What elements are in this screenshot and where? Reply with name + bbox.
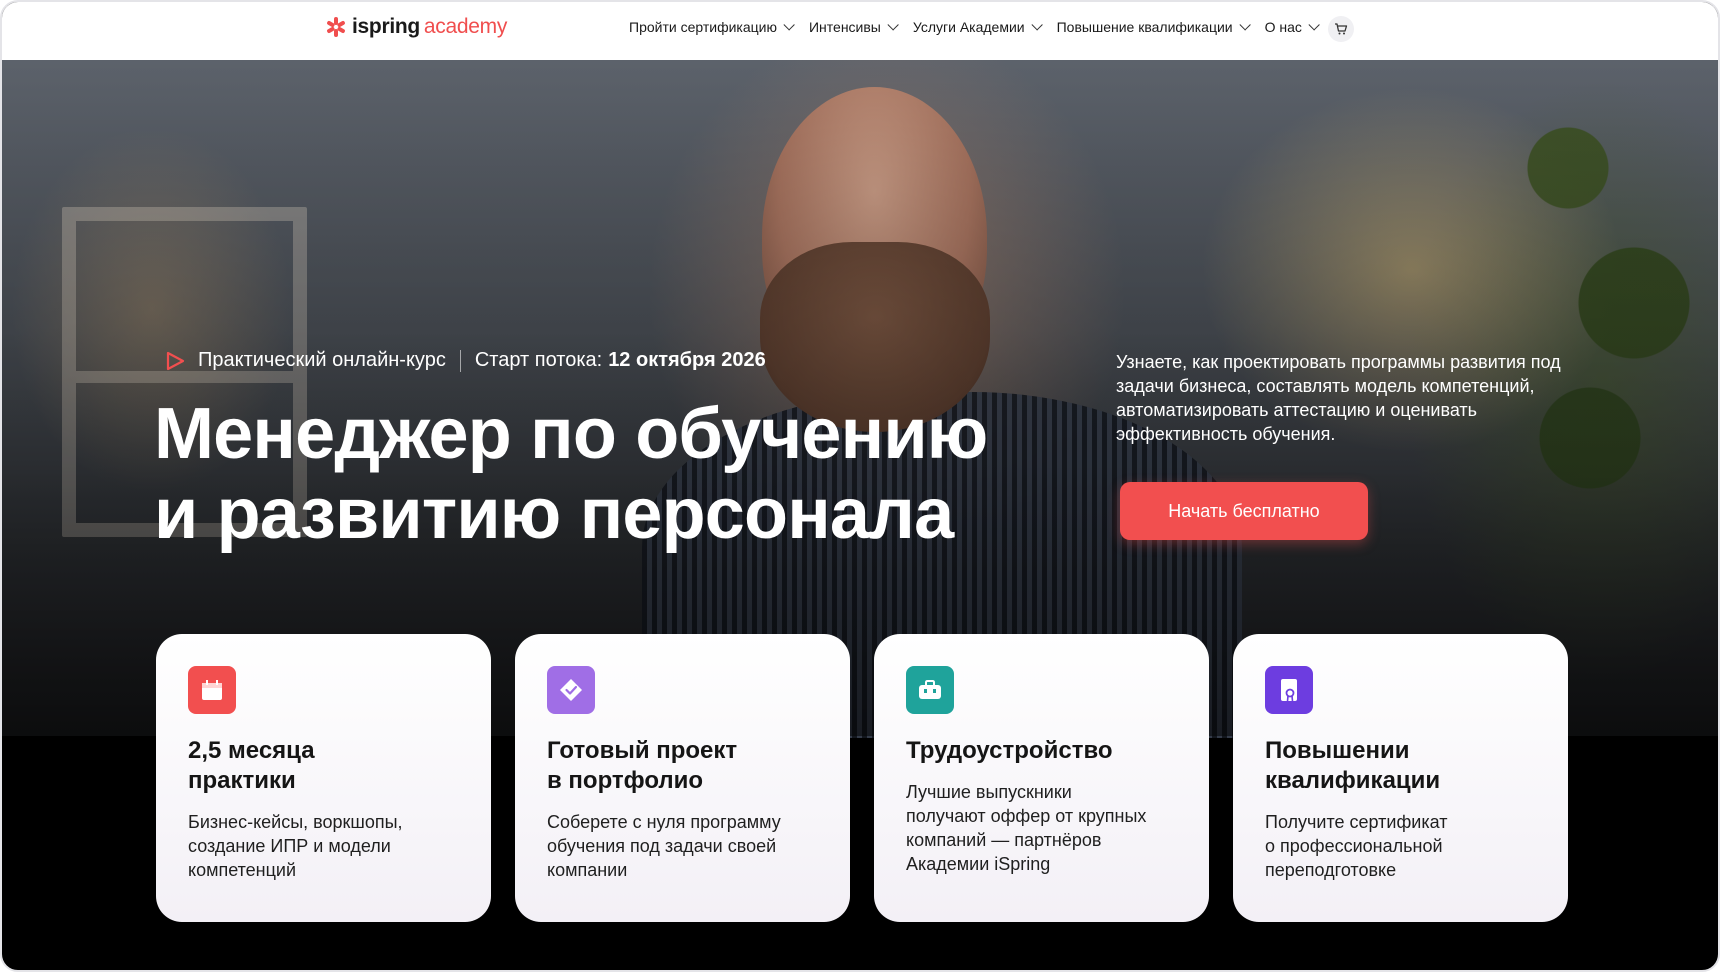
- chevron-down-icon: [887, 19, 899, 31]
- card-text: Соберете с нуля программу обучения под з…: [547, 812, 781, 880]
- page-title-line2: и развитию персонала: [154, 474, 954, 554]
- card-title: Повышении квалификации: [1265, 737, 1441, 794]
- certificate-icon: [1265, 666, 1313, 714]
- course-meta: Практический онлайн-курс Старт потока: 1…: [164, 349, 766, 372]
- check-diamond-icon: [547, 666, 595, 714]
- card-title: 2,5 месяца практики: [188, 737, 315, 794]
- cart-button[interactable]: [1328, 16, 1354, 42]
- cart-icon: [1335, 23, 1348, 35]
- card-text: Бизнес-кейсы, воркшопы, создание ИПР и м…: [188, 812, 403, 880]
- nav-item-label: Пройти сертификацию: [629, 19, 777, 35]
- main-nav: Пройти сертификацию Интенсивы Услуги Ака…: [629, 19, 1334, 35]
- start-free-button[interactable]: Начать бесплатно: [1120, 482, 1368, 540]
- logo-text-academy: academy: [423, 15, 508, 38]
- nav-item-certification[interactable]: Пройти сертификацию: [629, 19, 795, 35]
- course-type: Практический онлайн-курс: [198, 349, 446, 371]
- feature-card-qualification: Повышении квалификации Получите сертифик…: [1233, 634, 1568, 922]
- hero-description: Узнаете, как проектировать программы раз…: [1116, 352, 1561, 444]
- page-frame: ispring academy Пройти сертификацию Интен…: [0, 0, 1720, 972]
- ispring-logo-icon: [326, 17, 346, 37]
- page-title: Менеджер по обучению и развитию персонал…: [154, 394, 1054, 554]
- chevron-down-icon: [1308, 19, 1320, 31]
- calendar-icon: [188, 666, 236, 714]
- chevron-down-icon: [1031, 19, 1043, 31]
- feature-card-portfolio: Готовый проект в портфолио Соберете с ну…: [515, 634, 850, 922]
- play-icon: [166, 351, 185, 370]
- chevron-down-icon: [783, 19, 795, 31]
- nav-item-services[interactable]: Услуги Академии: [912, 19, 1043, 35]
- chevron-down-icon: [1239, 19, 1251, 31]
- logo[interactable]: ispring academy: [326, 15, 507, 39]
- nav-item-label: О нас: [1264, 19, 1302, 35]
- briefcase-icon: [906, 666, 954, 714]
- logo-text-ispring: ispring: [352, 15, 420, 38]
- page-title-line1: Менеджер по обучению: [154, 394, 988, 474]
- nav-item-about[interactable]: О нас: [1264, 19, 1320, 35]
- nav-item-intensives[interactable]: Интенсивы: [808, 19, 899, 35]
- nav-item-label: Интенсивы: [808, 19, 881, 35]
- feature-card-employment: Трудоустройство Лучшие выпускники получа…: [874, 634, 1209, 922]
- nav-item-label: Услуги Академии: [912, 19, 1025, 35]
- header: ispring academy Пройти сертификацию Интен…: [2, 2, 1718, 60]
- logo-text: ispring academy: [352, 15, 507, 39]
- feature-cards: 2,5 месяца практики Бизнес-кейсы, воркшо…: [156, 634, 1568, 922]
- meta-divider: [459, 349, 461, 372]
- card-title: Готовый проект в портфолио: [547, 737, 738, 794]
- card-text: Получите сертификат о профессиональной п…: [1265, 812, 1448, 880]
- card-text: Лучшие выпускники получают оффер от круп…: [906, 782, 1147, 874]
- feature-card-practice: 2,5 месяца практики Бизнес-кейсы, воркшо…: [156, 634, 491, 922]
- nav-item-qualification[interactable]: Повышение квалификации: [1056, 19, 1251, 35]
- nav-item-label: Повышение квалификации: [1056, 19, 1233, 35]
- start-label: Старт потока:: [474, 349, 603, 371]
- start-date: 12 октября 2026: [608, 349, 766, 371]
- card-title: Трудоустройство: [906, 737, 1113, 764]
